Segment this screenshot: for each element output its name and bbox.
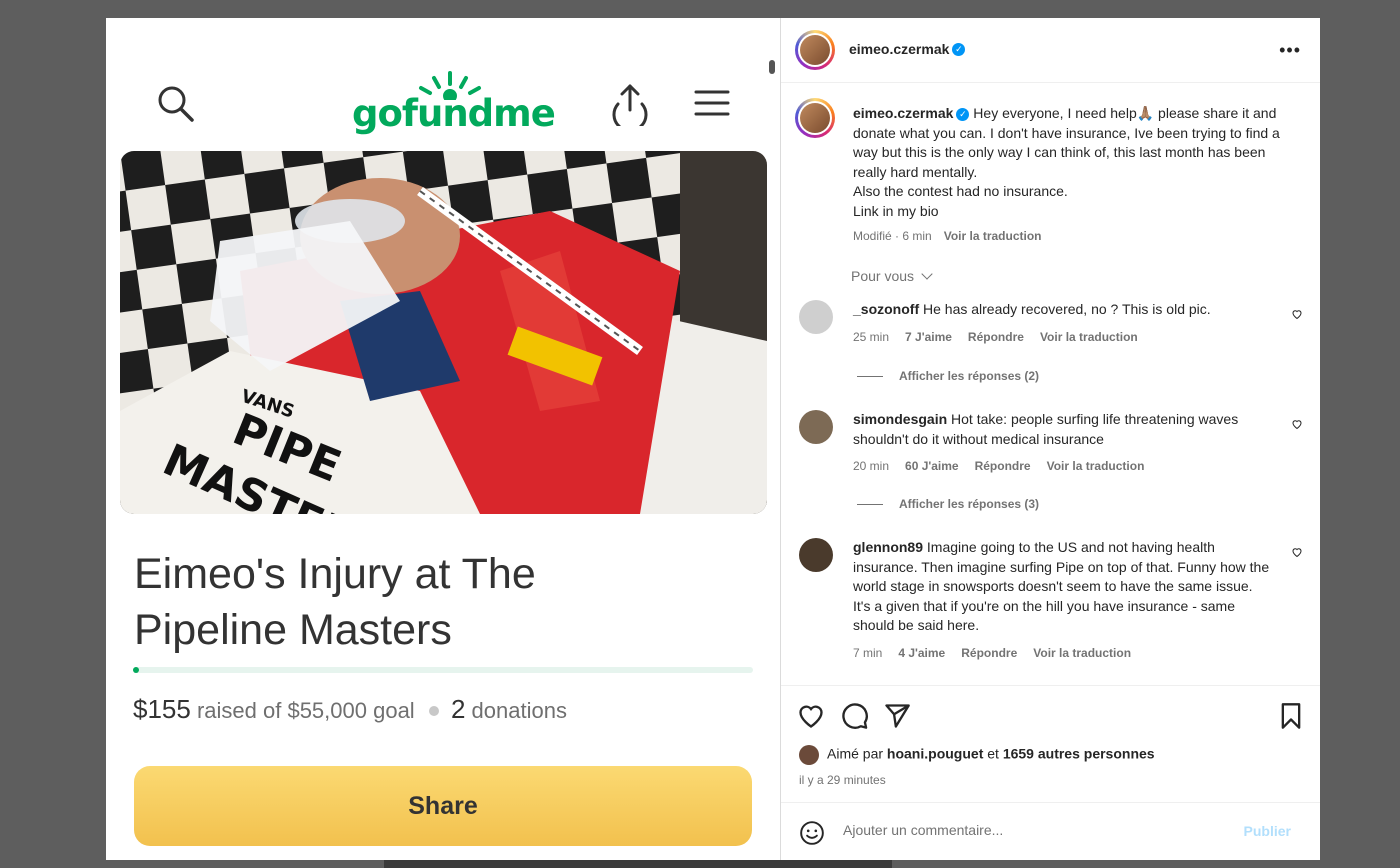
likes-and: et bbox=[987, 745, 999, 762]
background-page-strip bbox=[384, 860, 892, 868]
comment-meta: 20 min 60 J'aime Répondre Voir la traductio… bbox=[853, 457, 1273, 477]
instagram-panel: eimeo.czermak ✓ ••• eimeo.czermak ✓ Hey ev… bbox=[780, 18, 1320, 860]
hamburger-menu-icon[interactable] bbox=[694, 88, 730, 118]
upload-share-icon[interactable] bbox=[610, 82, 650, 126]
show-replies-label: Afficher les réponses (2) bbox=[899, 369, 1040, 383]
show-replies-label: Afficher les réponses (3) bbox=[899, 497, 1040, 511]
comment-likes[interactable]: 4 J'aime bbox=[898, 646, 945, 660]
comment-text: He has already recovered, no ? This is o… bbox=[923, 301, 1211, 317]
donations-label: donations bbox=[471, 698, 567, 723]
comment-meta: 7 min 4 J'aime Répondre Voir la traduction bbox=[853, 644, 1273, 664]
commenter-avatar[interactable] bbox=[799, 300, 833, 334]
chevron-down-icon bbox=[921, 268, 933, 280]
comment-bubble-icon[interactable] bbox=[841, 702, 869, 730]
show-replies-button[interactable]: Afficher les réponses (3) bbox=[857, 497, 1039, 511]
translate-link[interactable]: Voir la traduction bbox=[1040, 330, 1138, 344]
caption-username[interactable]: eimeo.czermak bbox=[853, 105, 953, 121]
fundraising-stats: $155 raised of $55,000 goal 2 donations bbox=[133, 694, 567, 725]
header-username[interactable]: eimeo.czermak bbox=[849, 41, 949, 57]
translate-link[interactable]: Voir la traduction bbox=[1033, 646, 1131, 660]
amount-raised: $155 bbox=[133, 694, 191, 724]
campaign-title: Eimeo's Injury at The Pipeline Masters bbox=[134, 550, 536, 654]
gofundme-logo[interactable]: gofundme bbox=[352, 70, 556, 136]
reply-link[interactable]: Répondre bbox=[961, 646, 1017, 660]
comment-likes[interactable]: 60 J'aime bbox=[905, 459, 959, 473]
likes-others-link[interactable]: 1659 autres personnes bbox=[1003, 746, 1155, 762]
emoji-smiley-icon[interactable] bbox=[799, 820, 825, 846]
share-campaign-button[interactable]: Share bbox=[134, 766, 752, 846]
author-name[interactable]: eimeo.czermak ✓ bbox=[849, 41, 966, 59]
fundraising-progress-bar bbox=[133, 667, 753, 673]
post-caption: eimeo.czermak ✓ Hey everyone, I need help… bbox=[853, 104, 1293, 247]
likes-prefix: Aimé par bbox=[827, 745, 884, 762]
reply-link[interactable]: Répondre bbox=[968, 330, 1024, 344]
caption-avatar[interactable] bbox=[795, 98, 835, 138]
translate-link[interactable]: Voir la traduction bbox=[1047, 459, 1145, 473]
logo-wordmark: gofundme bbox=[352, 92, 556, 135]
caption-text-3: Link in my bio bbox=[853, 202, 939, 219]
caption-edited-time: Modifié · 6 min bbox=[853, 229, 932, 243]
donations-count: 2 bbox=[450, 694, 466, 724]
caption-meta: Modifié · 6 min Voir la traduction bbox=[853, 227, 1293, 247]
author-avatar[interactable] bbox=[795, 30, 835, 70]
post-actions-bar bbox=[781, 685, 1320, 746]
progress-fill bbox=[133, 667, 140, 673]
replies-line bbox=[857, 376, 883, 378]
verified-badge-icon: ✓ bbox=[952, 43, 966, 57]
comment-likes[interactable]: 7 J'aime bbox=[905, 330, 952, 344]
commenter-avatar[interactable] bbox=[799, 410, 833, 444]
replies-line bbox=[857, 504, 883, 506]
show-replies-button[interactable]: Afficher les réponses (2) bbox=[857, 369, 1039, 383]
like-comment-heart-icon[interactable] bbox=[1291, 308, 1303, 320]
publish-button[interactable]: Publier bbox=[1244, 823, 1291, 839]
reply-link[interactable]: Répondre bbox=[975, 459, 1031, 473]
injured-surfer-photo: VANS PIPE MASTERS bbox=[120, 151, 767, 514]
comment-time: 7 min bbox=[853, 645, 883, 660]
separator-dot bbox=[428, 705, 439, 716]
save-bookmark-icon[interactable] bbox=[1277, 702, 1305, 730]
like-comment-heart-icon[interactable] bbox=[1291, 418, 1303, 430]
like-comment-heart-icon[interactable] bbox=[1291, 546, 1303, 558]
search-icon[interactable] bbox=[156, 84, 196, 124]
verified-badge-icon: ✓ bbox=[956, 107, 970, 121]
liker-avatar[interactable] bbox=[799, 745, 819, 765]
add-comment-bar: Publier bbox=[781, 802, 1320, 860]
goal-label: raised of $55,000 goal bbox=[196, 698, 415, 723]
scrollbar-thumb[interactable] bbox=[769, 60, 775, 74]
send-paper-plane-icon[interactable] bbox=[883, 702, 911, 730]
comment-input[interactable] bbox=[841, 821, 1225, 839]
like-heart-icon[interactable] bbox=[797, 702, 825, 730]
comment-meta: 25 min 7 J'aime Répondre Voir la traduction bbox=[853, 328, 1273, 348]
comment-time: 25 min bbox=[853, 329, 890, 344]
comment-time: 20 min bbox=[853, 459, 890, 473]
caption-text-2: Also the contest had no insurance. bbox=[853, 183, 1068, 199]
post-modal: gofundme VANS PIPE Eimeo's Injury at The… bbox=[106, 18, 1320, 860]
campaign-photo: VANS PIPE MASTERS bbox=[120, 151, 767, 514]
more-options-icon[interactable]: ••• bbox=[1279, 40, 1301, 61]
liker-username[interactable]: hoani.pouguet bbox=[887, 746, 983, 762]
sort-label: Pour vous bbox=[851, 268, 915, 284]
caption-translate-link[interactable]: Voir la traduction bbox=[944, 229, 1042, 243]
post-image-gofundme: gofundme VANS PIPE Eimeo's Injury at The… bbox=[106, 18, 780, 860]
comment-sort-dropdown[interactable]: Pour vous bbox=[851, 268, 933, 284]
commenter-avatar[interactable] bbox=[799, 538, 833, 572]
commenter-username[interactable]: simondesgain bbox=[853, 411, 947, 427]
likes-summary: Aimé par hoani.pouguet et 1659 autres pe… bbox=[799, 745, 1155, 765]
post-header: eimeo.czermak ✓ ••• bbox=[781, 18, 1320, 83]
commenter-username[interactable]: _sozonoff bbox=[853, 301, 919, 317]
post-time[interactable]: il y a 29 minutes bbox=[799, 773, 886, 787]
commenter-username[interactable]: glennon89 bbox=[853, 539, 923, 555]
